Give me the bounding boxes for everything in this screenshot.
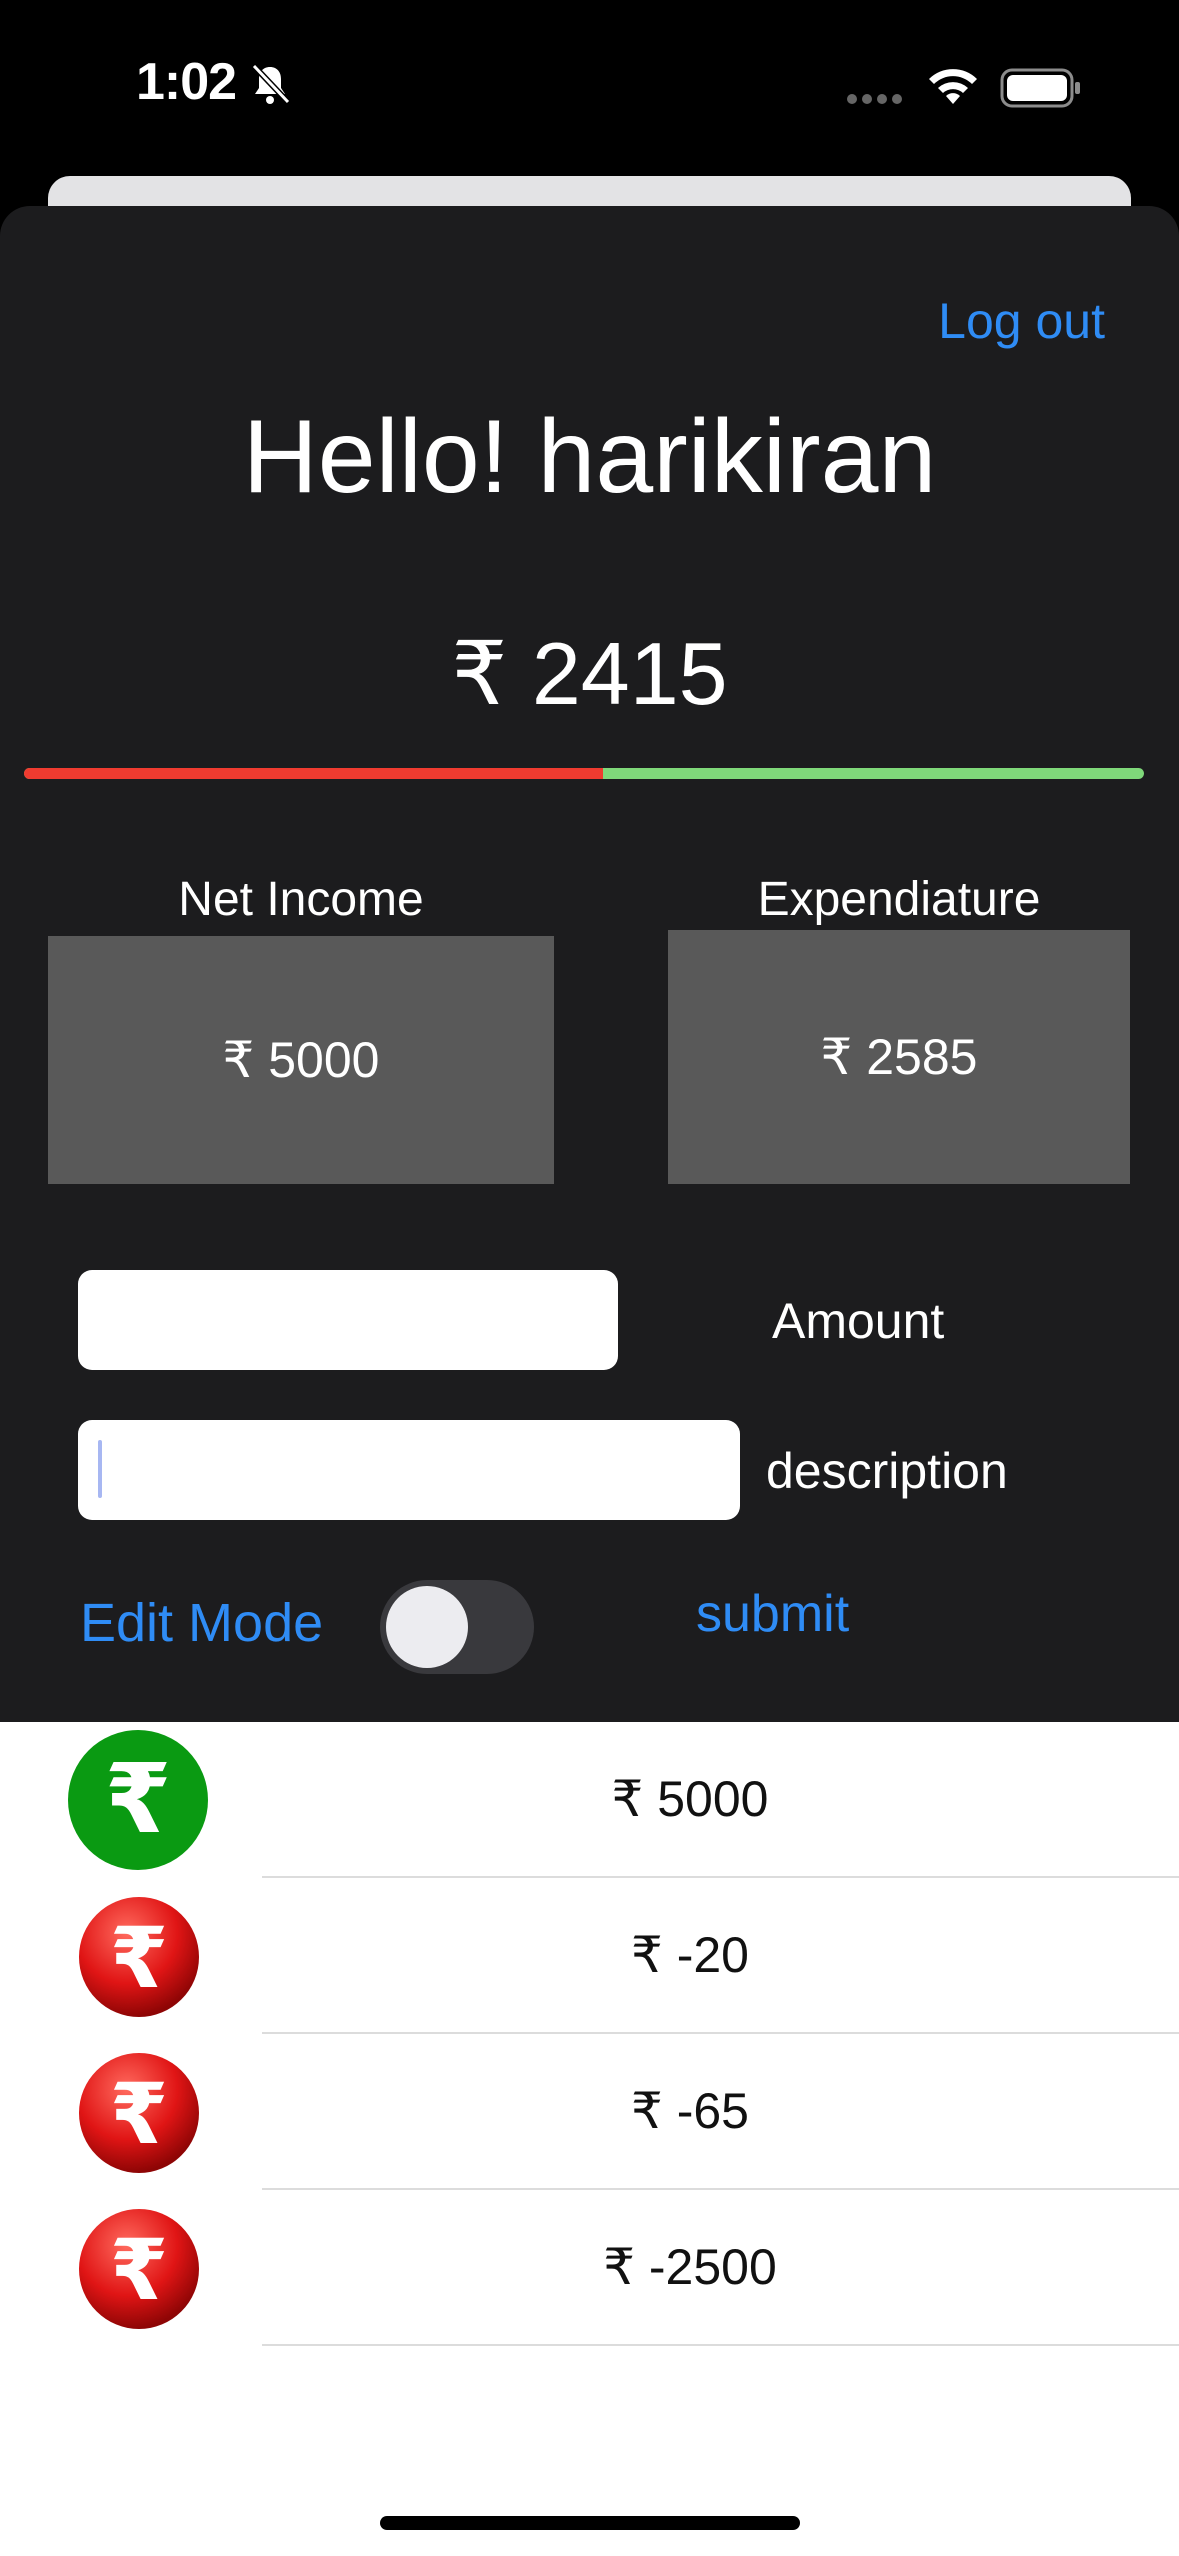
logout-button[interactable]: Log out (938, 292, 1105, 350)
list-item[interactable]: ₹ ₹ -20 (0, 1878, 1179, 2034)
screen: 1:02 Log out Hello! harikiran ₹ 2415 Net… (0, 0, 1179, 2556)
progress-spent-fill (24, 768, 604, 779)
list-item[interactable]: ₹ ₹ 5000 (0, 1722, 1179, 1878)
rupee-income-icon: ₹ (68, 1730, 208, 1870)
svg-text:₹: ₹ (110, 1909, 168, 2007)
transaction-amount: ₹ -2500 (603, 2239, 777, 2295)
amount-input[interactable] (78, 1270, 618, 1370)
submit-button[interactable]: submit (696, 1584, 849, 1644)
svg-text:₹: ₹ (110, 2221, 168, 2319)
transaction-amount: ₹ 5000 (611, 1771, 769, 1827)
budget-progress-bar (24, 768, 1144, 779)
greeting-title: Hello! harikiran (242, 399, 937, 515)
income-value: ₹ 5000 (222, 1032, 380, 1088)
description-label: description (766, 1443, 1008, 1499)
bell-slash-icon (251, 63, 291, 105)
description-input[interactable] (78, 1420, 740, 1520)
expense-card: ₹ 2585 (668, 930, 1130, 1184)
list-item[interactable]: ₹ ₹ -2500 (0, 2190, 1179, 2346)
toggle-knob (386, 1586, 468, 1668)
rupee-expense-icon: ₹ (79, 1897, 199, 2017)
income-card: ₹ 5000 (48, 936, 554, 1184)
list-item[interactable]: ₹ ₹ -65 (0, 2034, 1179, 2190)
edit-mode-label: Edit Mode (80, 1593, 324, 1653)
status-time: 1:02 (136, 53, 237, 111)
svg-text:₹: ₹ (105, 1743, 172, 1855)
battery-icon (1000, 68, 1080, 108)
wifi-icon (929, 69, 977, 104)
rupee-expense-icon: ₹ (79, 2209, 199, 2329)
expense-label: Expendiature (757, 873, 1041, 926)
row-divider (262, 2344, 1179, 2346)
balance-amount: ₹ 2415 (451, 624, 728, 723)
income-label: Net Income (178, 873, 424, 926)
text-cursor (98, 1440, 102, 1498)
transaction-amount: ₹ -20 (631, 1927, 749, 1983)
transactions-list: ₹ ₹ 5000 ₹ ₹ -20 ₹ ₹ -65 ₹ ₹ -2500 (0, 1722, 1179, 2556)
transaction-amount: ₹ -65 (631, 2083, 749, 2139)
cellular-signal-icon (847, 94, 902, 104)
amount-label: Amount (772, 1293, 945, 1349)
svg-text:₹: ₹ (110, 2065, 168, 2163)
expense-value: ₹ 2585 (820, 1029, 978, 1085)
edit-mode-toggle[interactable] (380, 1580, 534, 1674)
home-indicator[interactable] (380, 2516, 800, 2530)
rupee-expense-icon: ₹ (79, 2053, 199, 2173)
